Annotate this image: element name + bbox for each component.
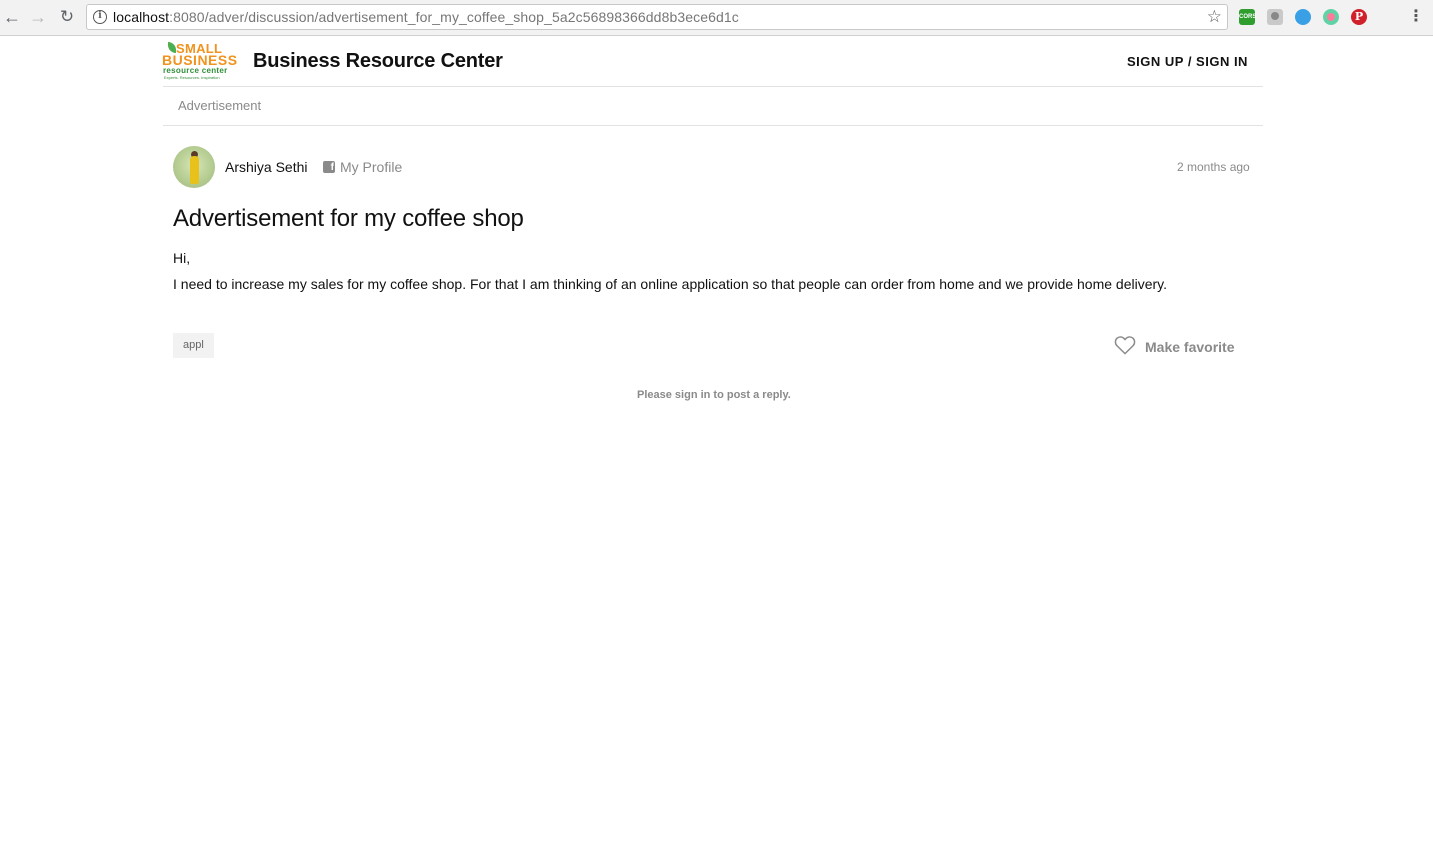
sign-in-link[interactable]: SIGN UP / SIGN IN	[1127, 54, 1248, 69]
my-profile-link[interactable]: My Profile	[340, 159, 402, 175]
post-tag[interactable]: appl	[173, 333, 214, 358]
author-name[interactable]: Arshiya Sethi	[225, 159, 307, 175]
profile-extension-icon[interactable]	[1267, 9, 1283, 25]
blue-extension-icon[interactable]	[1295, 9, 1311, 25]
url-host: localhost	[113, 9, 170, 25]
site-logo[interactable]: SMALL BUSINESS resource center Experts. …	[162, 41, 244, 81]
facebook-icon: f	[323, 161, 335, 173]
kebab-menu-icon[interactable]: ⋮	[1408, 7, 1424, 27]
author-avatar[interactable]	[173, 146, 215, 188]
logo-tagline: Experts. Resources. Inspiration	[164, 75, 220, 80]
address-bar[interactable]: i localhost:8080/adver/discussion/advert…	[86, 4, 1228, 30]
site-title[interactable]: Business Resource Center	[253, 50, 503, 73]
star-icon[interactable]: ☆	[1207, 7, 1222, 27]
post-timestamp: 2 months ago	[1177, 160, 1250, 174]
color-extension-icon[interactable]	[1323, 9, 1339, 25]
logo-line-3: resource center	[163, 66, 228, 75]
url-path: :8080/adver/discussion/advertisement_for…	[169, 9, 739, 25]
header-divider	[163, 86, 1263, 87]
pinterest-extension-icon[interactable]: P	[1351, 9, 1367, 25]
info-icon[interactable]: i	[93, 10, 107, 24]
back-arrow-icon[interactable]: ←	[2, 7, 22, 27]
breadcrumb[interactable]: Advertisement	[178, 98, 261, 113]
make-favorite-button[interactable]: Make favorite	[1145, 339, 1234, 355]
breadcrumb-divider	[163, 125, 1263, 126]
browser-toolbar: ← → ↻ i localhost:8080/adver/discussion/…	[0, 0, 1433, 36]
reload-icon[interactable]: ↻	[57, 7, 77, 27]
avatar-figure	[190, 156, 199, 184]
heart-icon[interactable]	[1114, 335, 1136, 355]
post-title: Advertisement for my coffee shop	[173, 205, 524, 232]
sign-in-reply-note: Please sign in to post a reply.	[637, 389, 791, 401]
post-body-line: Hi,	[173, 250, 191, 266]
forward-arrow-icon[interactable]: →	[28, 7, 48, 27]
post-body-line: I need to increase my sales for my coffe…	[173, 276, 1168, 292]
cors-extension-icon[interactable]: CORS	[1239, 9, 1256, 25]
url-text[interactable]: localhost:8080/adver/discussion/advertis…	[113, 9, 739, 26]
